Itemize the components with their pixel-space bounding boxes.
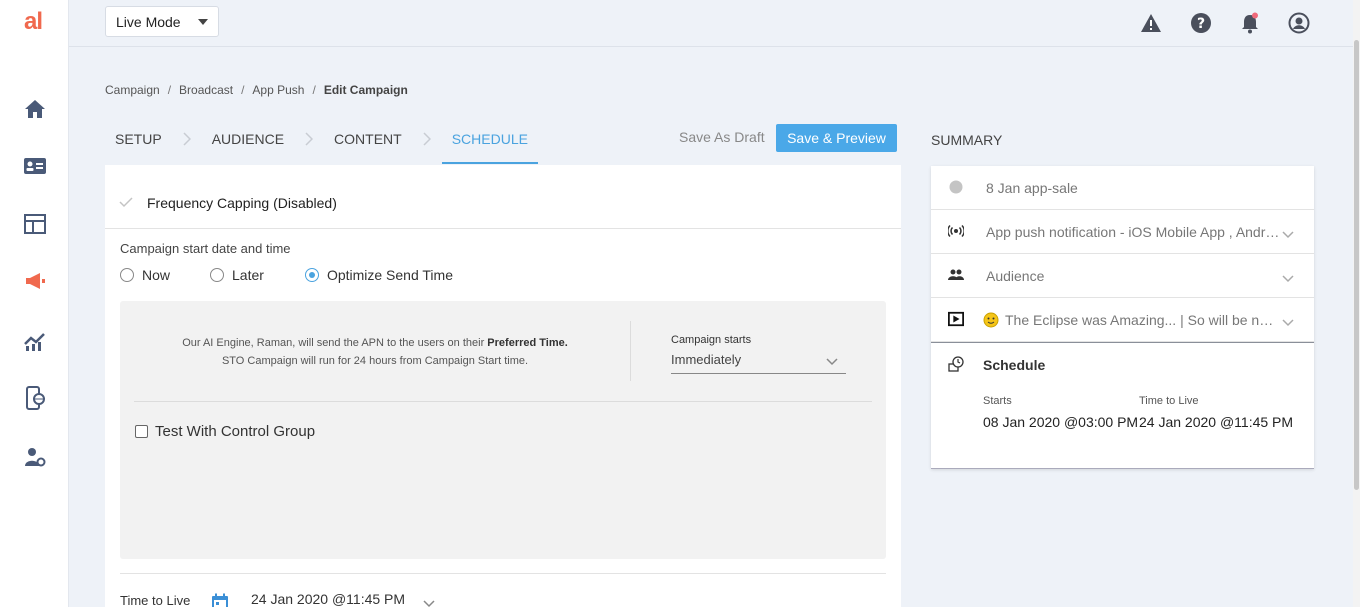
user-account-icon[interactable] [1287,11,1311,35]
campaign-starts-value: Immediately [671,352,742,367]
control-group-label: Test With Control Group [155,423,316,440]
campaign-starts-select[interactable]: Immediately [671,352,846,374]
radio-later[interactable]: Later [210,267,264,283]
campaign-starts-label: Campaign starts [671,334,752,346]
schedule-panel: Frequency Capping (Disabled) Campaign st… [105,165,901,607]
start-time-options: Now Later Optimize Send Time [120,267,453,283]
radio-now-label: Now [142,267,171,283]
save-as-draft-button[interactable]: Save As Draft [679,129,765,145]
check-icon [119,195,133,213]
status-dot-icon [948,179,964,195]
schedule-ttl-value: 24 Jan 2020 @11:45 PM [1139,414,1294,430]
play-video-icon [948,311,964,327]
save-preview-button[interactable]: Save & Preview [776,124,897,152]
frequency-capping-row[interactable]: Frequency Capping (Disabled) [105,165,901,229]
summary-card: 8 Jan app-sale App push notification - i… [931,166,1314,469]
send-time-optimization-box: Our AI Engine, Raman, will send the APN … [120,301,886,559]
summary-channel-text: App push notification - iOS Mobile App ,… [986,224,1281,240]
chevron-down-icon[interactable] [1282,226,1294,244]
chevron-right-icon [172,122,202,152]
campaign-steps: SETUP AUDIENCE CONTENT SCHEDULE [105,122,538,164]
summary-content-text: The Eclipse was Amazing... | So will be … [983,312,1278,328]
chevron-down-icon [826,354,838,369]
horizontal-divider [134,401,872,402]
summary-audience[interactable]: Audience [931,254,1314,298]
radio-button[interactable] [210,268,225,282]
ai-line1-text: Our AI Engine, Raman, will send the APN … [182,337,488,349]
notification-bell-icon[interactable] [1238,11,1262,35]
chevron-down-icon[interactable] [423,595,435,607]
breadcrumb-app-push[interactable]: App Push [252,83,304,97]
sun-face-emoji-icon [983,312,999,328]
schedule-starts-label: Starts [983,395,1012,407]
summary-campaign-name: 8 Jan app-sale [931,166,1314,210]
ai-line2-text: STO Campaign will run for 24 hours from … [221,355,529,367]
tab-schedule[interactable]: SCHEDULE [441,122,538,164]
layout-icon[interactable] [22,211,48,237]
preferred-time-text: Preferred Time. [487,337,568,349]
breadcrumb: Campaign / Broadcast / App Push / Edit C… [105,83,408,97]
svg-text:?: ? [1197,16,1205,32]
control-group-checkbox[interactable] [135,425,148,438]
radio-button[interactable] [120,268,134,282]
caret-down-icon [198,19,208,25]
tab-audience[interactable]: AUDIENCE [202,122,294,164]
radio-button-selected[interactable] [304,268,319,282]
breadcrumb-campaign[interactable]: Campaign [105,83,160,97]
tab-content[interactable]: CONTENT [324,122,412,164]
summary-schedule-text: Schedule [983,357,1046,373]
breadcrumb-edit-campaign: Edit Campaign [323,83,408,97]
tab-setup[interactable]: SETUP [105,122,172,164]
sidebar: al [0,0,69,607]
mode-select[interactable]: Live Mode [105,6,219,37]
people-icon [948,267,964,283]
radio-optimize-label: Optimize Send Time [326,267,453,283]
start-time-label: Campaign start date and time [120,241,291,256]
chevron-down-icon[interactable] [1282,314,1294,332]
top-bar: Live Mode ? [69,0,1360,47]
frequency-capping-label: Frequency Capping (Disabled) [147,195,337,211]
ai-engine-description: Our AI Engine, Raman, will send the APN … [120,334,630,370]
summary-campaign-name-text: 8 Jan app-sale [986,180,1078,196]
summary-content[interactable]: The Eclipse was Amazing... | So will be … [931,298,1314,342]
radio-now[interactable]: Now [120,267,170,283]
megaphone-icon[interactable] [22,268,48,294]
breadcrumb-separator: / [312,83,316,97]
section-divider [120,573,886,574]
contact-card-icon[interactable] [22,153,48,179]
radio-optimize-send-time[interactable]: Optimize Send Time [304,267,453,283]
breadcrumb-broadcast[interactable]: Broadcast [179,83,233,97]
analytics-icon[interactable] [22,328,48,354]
calendar-icon[interactable] [211,593,229,607]
help-icon[interactable]: ? [1189,11,1213,35]
warning-icon[interactable] [1139,11,1163,35]
control-group-checkbox-row[interactable]: Test With Control Group [135,423,315,440]
home-icon[interactable] [22,96,48,122]
user-settings-icon[interactable] [22,444,48,470]
app-logo[interactable]: al [24,8,43,36]
mobile-web-icon[interactable] [22,385,48,411]
chevron-right-icon [294,122,324,152]
scrollbar-thumb[interactable] [1354,40,1359,490]
radio-later-label: Later [232,267,264,283]
breadcrumb-separator: / [241,83,245,97]
breadcrumb-separator: / [167,83,172,97]
mode-select-label: Live Mode [116,13,181,30]
time-to-live-value[interactable]: 24 Jan 2020 @11:45 PM [251,591,405,607]
summary-title: SUMMARY [931,132,1003,148]
summary-content-message: The Eclipse was Amazing... | So will be … [1005,312,1278,328]
time-to-live-label: Time to Live [120,593,191,607]
schedule-starts-value: 08 Jan 2020 @03:00 PM [983,414,1139,430]
broadcast-icon [948,223,964,239]
chevron-right-icon [412,122,442,152]
schedule-ttl-label: Time to Live [1139,395,1199,407]
page-scrollbar[interactable] [1353,0,1360,607]
summary-schedule[interactable]: Schedule [931,342,1314,386]
summary-audience-text: Audience [986,268,1045,284]
summary-channel[interactable]: App push notification - iOS Mobile App ,… [931,210,1314,254]
vertical-divider [630,321,631,381]
chevron-down-icon[interactable] [1282,270,1294,288]
schedule-clock-icon [948,356,964,372]
